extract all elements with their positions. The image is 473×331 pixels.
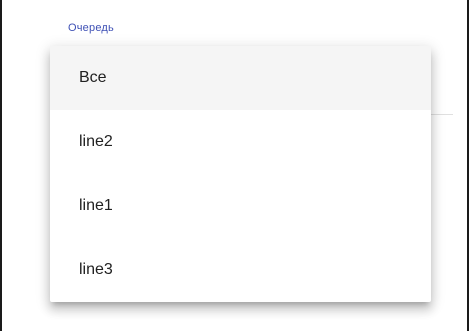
menu-item-line1[interactable]: line1 <box>50 174 431 238</box>
menu-item-line2[interactable]: line2 <box>50 110 431 174</box>
queue-field-label: Очередь <box>68 22 114 34</box>
queue-dropdown-menu: Все line2 line1 line3 <box>50 46 431 302</box>
menu-item-all[interactable]: Все <box>50 46 431 110</box>
menu-item-line3[interactable]: line3 <box>50 238 431 302</box>
